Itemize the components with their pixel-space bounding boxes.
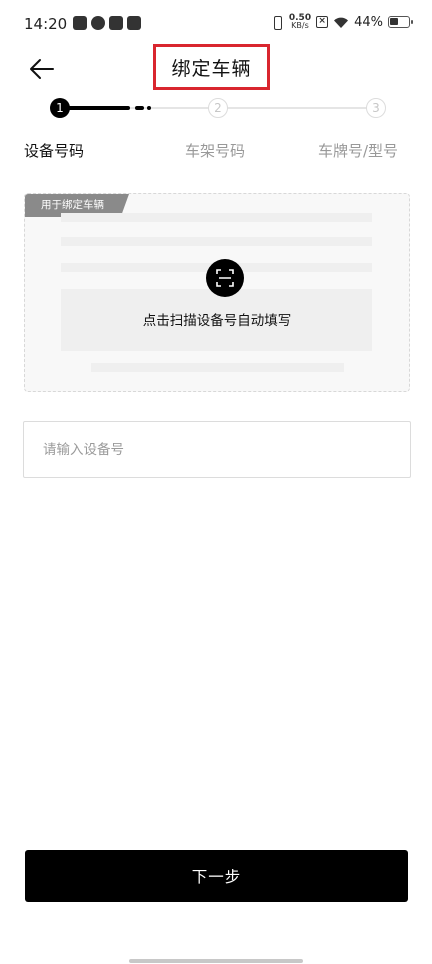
no-sim-icon: × <box>316 16 329 28</box>
step-2-node: 2 <box>208 98 228 118</box>
status-bar: 14:20 0.50 KB/s × 44% <box>0 0 432 50</box>
placeholder-line <box>61 237 372 246</box>
leaf-icon <box>91 16 105 30</box>
wifi-icon <box>334 17 349 28</box>
next-step-button[interactable]: 下一步 <box>25 850 408 902</box>
mail-icon <box>127 16 141 30</box>
net-speed-unit: KB/s <box>291 21 309 30</box>
scan-icon <box>216 269 234 287</box>
notification-icons <box>73 16 141 30</box>
arrow-left-icon <box>30 59 54 79</box>
stepper: 1 2 3 <box>0 95 432 125</box>
stepper-progress <box>60 106 130 110</box>
scan-device-card[interactable]: 用于绑定车辆 点击扫描设备号自动填写 <box>24 193 410 392</box>
battery-level <box>390 18 398 25</box>
status-time: 14:20 <box>24 15 68 33</box>
net-speed: 0.50 KB/s <box>289 14 311 30</box>
step-3-node: 3 <box>366 98 386 118</box>
device-number-input[interactable] <box>24 422 410 477</box>
tiktok-icon <box>109 16 123 30</box>
device-number-field[interactable] <box>23 421 411 478</box>
home-indicator[interactable] <box>129 959 303 963</box>
vibrate-icon <box>270 15 284 30</box>
status-right: 0.50 KB/s × 44% <box>270 14 413 30</box>
battery-percent: 44% <box>354 14 383 30</box>
battery-icon <box>388 16 413 28</box>
step-1-label: 设备号码 <box>24 142 85 160</box>
step-3-label: 车牌号/型号 <box>318 142 399 160</box>
back-button[interactable] <box>28 56 58 84</box>
progress-dash <box>135 106 144 110</box>
scan-hint: 点击扫描设备号自动填写 <box>142 313 292 329</box>
title-highlight: 绑定车辆 <box>153 44 270 90</box>
placeholder-line <box>91 363 344 372</box>
step-1-node: 1 <box>50 98 70 118</box>
placeholder-line <box>61 213 372 222</box>
page-title: 绑定车辆 <box>171 57 252 80</box>
calendar-icon <box>73 16 87 30</box>
step-2-label: 车架号码 <box>185 142 246 160</box>
scan-button[interactable] <box>206 259 244 297</box>
progress-dot <box>147 106 151 110</box>
bind-vehicle-page: 14:20 0.50 KB/s × 44% 绑定车辆 1 2 3 设备号码 车架… <box>0 0 432 964</box>
